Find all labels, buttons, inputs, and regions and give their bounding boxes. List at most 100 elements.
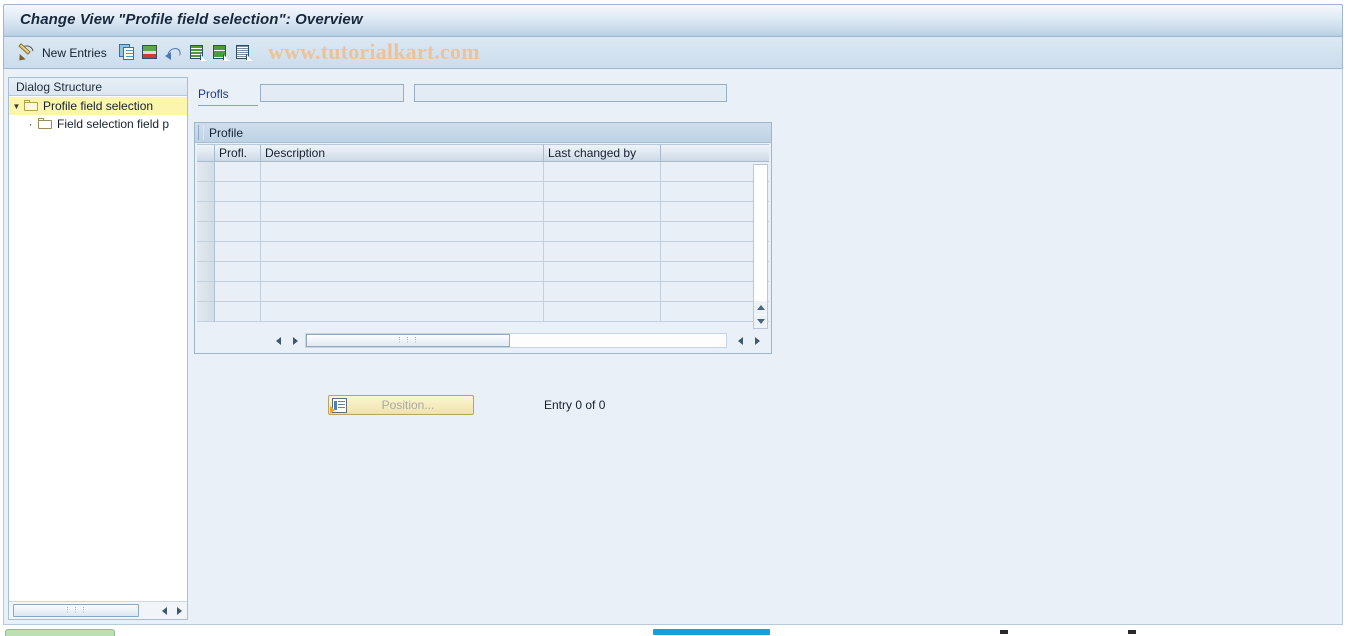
cell-profl[interactable]: [215, 282, 261, 302]
cell-description[interactable]: [261, 182, 544, 202]
cell-last-changed-by[interactable]: [544, 282, 661, 302]
profls-description-input[interactable]: [414, 84, 727, 102]
cell-description[interactable]: [261, 262, 544, 282]
table-scroll-right-button-b[interactable]: [750, 333, 765, 348]
cell-description[interactable]: [261, 202, 544, 222]
tree-scroll-left-button[interactable]: [157, 604, 172, 617]
cell-profl[interactable]: [215, 222, 261, 242]
cell-last-changed-by[interactable]: [544, 262, 661, 282]
table-hscroll-track[interactable]: ⋮⋮⋮: [305, 333, 727, 348]
deselect-all-icon: [212, 44, 230, 61]
application-toolbar: New Entries: [3, 37, 1343, 101]
chevron-left-icon: [276, 336, 281, 345]
table-caption-bar: Profile: [195, 123, 771, 143]
cell-last-changed-by[interactable]: [544, 182, 661, 202]
table-header-profl[interactable]: Profl.: [215, 144, 261, 162]
row-selector[interactable]: [197, 182, 215, 202]
undo-button[interactable]: [162, 42, 187, 64]
scroll-grip-icon: ⋮⋮⋮: [396, 336, 420, 344]
status-tick-1: [1000, 630, 1008, 634]
select-all-button[interactable]: [187, 42, 210, 64]
tree-horizontal-scrollbar[interactable]: ⋮⋮⋮: [9, 601, 187, 619]
table-header-filler: [661, 144, 769, 162]
table-header-last-changed-by[interactable]: Last changed by: [544, 144, 661, 162]
page-title: Change View "Profile field selection": O…: [20, 11, 363, 28]
cell-last-changed-by[interactable]: [544, 302, 661, 322]
cell-description[interactable]: [261, 242, 544, 262]
table-body: [197, 162, 769, 329]
cell-description[interactable]: [261, 162, 544, 182]
cell-profl[interactable]: [215, 202, 261, 222]
table-header-select-all[interactable]: [197, 144, 215, 162]
chevron-up-icon: [756, 305, 765, 310]
table-row[interactable]: [197, 222, 769, 242]
copy-as-button[interactable]: [116, 42, 139, 64]
display-change-button[interactable]: [12, 42, 37, 64]
expand-collapse-icon[interactable]: ▼: [9, 102, 24, 111]
content-area: Profls Profile Profl. Description Last c…: [190, 77, 1340, 622]
table-row[interactable]: [197, 182, 769, 202]
cell-last-changed-by[interactable]: [544, 222, 661, 242]
open-folder-icon: [24, 100, 39, 112]
cell-last-changed-by[interactable]: [544, 242, 661, 262]
entry-counter: Entry 0 of 0: [544, 398, 606, 412]
position-button[interactable]: Position...: [328, 395, 474, 415]
row-selector[interactable]: [197, 302, 215, 322]
table-row[interactable]: [197, 262, 769, 282]
table-scroll-up-button[interactable]: [754, 301, 767, 314]
delete-icon: [141, 44, 159, 61]
chevron-right-icon: [755, 336, 760, 345]
table-caption-grip: [198, 125, 204, 140]
select-block-icon: [235, 44, 253, 61]
tree-item-label: Profile field selection: [43, 99, 154, 113]
row-selector[interactable]: [197, 162, 215, 182]
cell-profl[interactable]: [215, 162, 261, 182]
tree-item-field-selection-field-p[interactable]: · Field selection field p: [9, 115, 187, 133]
table-vertical-scrollbar[interactable]: [753, 164, 768, 329]
cell-profl[interactable]: [215, 262, 261, 282]
delete-button[interactable]: [139, 42, 162, 64]
dialog-structure-panel: Dialog Structure ▼ Profile field selecti…: [8, 77, 188, 620]
tree-scroll-thumb[interactable]: ⋮⋮⋮: [13, 604, 139, 617]
table-scroll-down-button[interactable]: [754, 315, 767, 328]
tree-scroll-right-button[interactable]: [172, 604, 187, 617]
table-row[interactable]: [197, 282, 769, 302]
select-block-button[interactable]: [233, 42, 256, 64]
cell-description[interactable]: [261, 302, 544, 322]
scroll-grip-icon: ⋮⋮⋮: [64, 606, 88, 614]
window-title-bar: Change View "Profile field selection": O…: [3, 4, 1343, 37]
dialog-structure-tree: ▼ Profile field selection · Field select…: [9, 97, 187, 602]
table-header-description[interactable]: Description: [261, 144, 544, 162]
cell-profl[interactable]: [215, 302, 261, 322]
deselect-all-button[interactable]: [210, 42, 233, 64]
table-row[interactable]: [197, 302, 769, 322]
row-selector[interactable]: [197, 282, 215, 302]
table-grid: Profl. Description Last changed by: [197, 144, 769, 329]
tree-item-profile-field-selection[interactable]: ▼ Profile field selection: [9, 97, 187, 115]
row-selector[interactable]: [197, 262, 215, 282]
leaf-bullet-icon: ·: [28, 117, 33, 131]
table-scroll-right-button-a[interactable]: [288, 333, 303, 348]
table-row[interactable]: [197, 202, 769, 222]
cell-description[interactable]: [261, 222, 544, 242]
table-caption-label: Profile: [209, 126, 244, 140]
chevron-right-icon: [293, 336, 298, 345]
copy-as-icon: [118, 44, 136, 61]
table-horizontal-scrollbar[interactable]: ⋮⋮⋮: [197, 331, 769, 351]
row-selector[interactable]: [197, 222, 215, 242]
cell-profl[interactable]: [215, 182, 261, 202]
cell-last-changed-by[interactable]: [544, 162, 661, 182]
table-hscroll-thumb[interactable]: ⋮⋮⋮: [306, 334, 510, 347]
row-selector[interactable]: [197, 202, 215, 222]
table-scroll-left-button-a[interactable]: [271, 333, 286, 348]
profls-row: Profls: [194, 83, 734, 109]
cell-description[interactable]: [261, 282, 544, 302]
cell-profl[interactable]: [215, 242, 261, 262]
cell-last-changed-by[interactable]: [544, 202, 661, 222]
table-row[interactable]: [197, 242, 769, 262]
profls-key-input[interactable]: [260, 84, 404, 102]
new-entries-button[interactable]: New Entries: [37, 42, 116, 64]
table-scroll-left-button-b[interactable]: [733, 333, 748, 348]
row-selector[interactable]: [197, 242, 215, 262]
table-row[interactable]: [197, 162, 769, 182]
